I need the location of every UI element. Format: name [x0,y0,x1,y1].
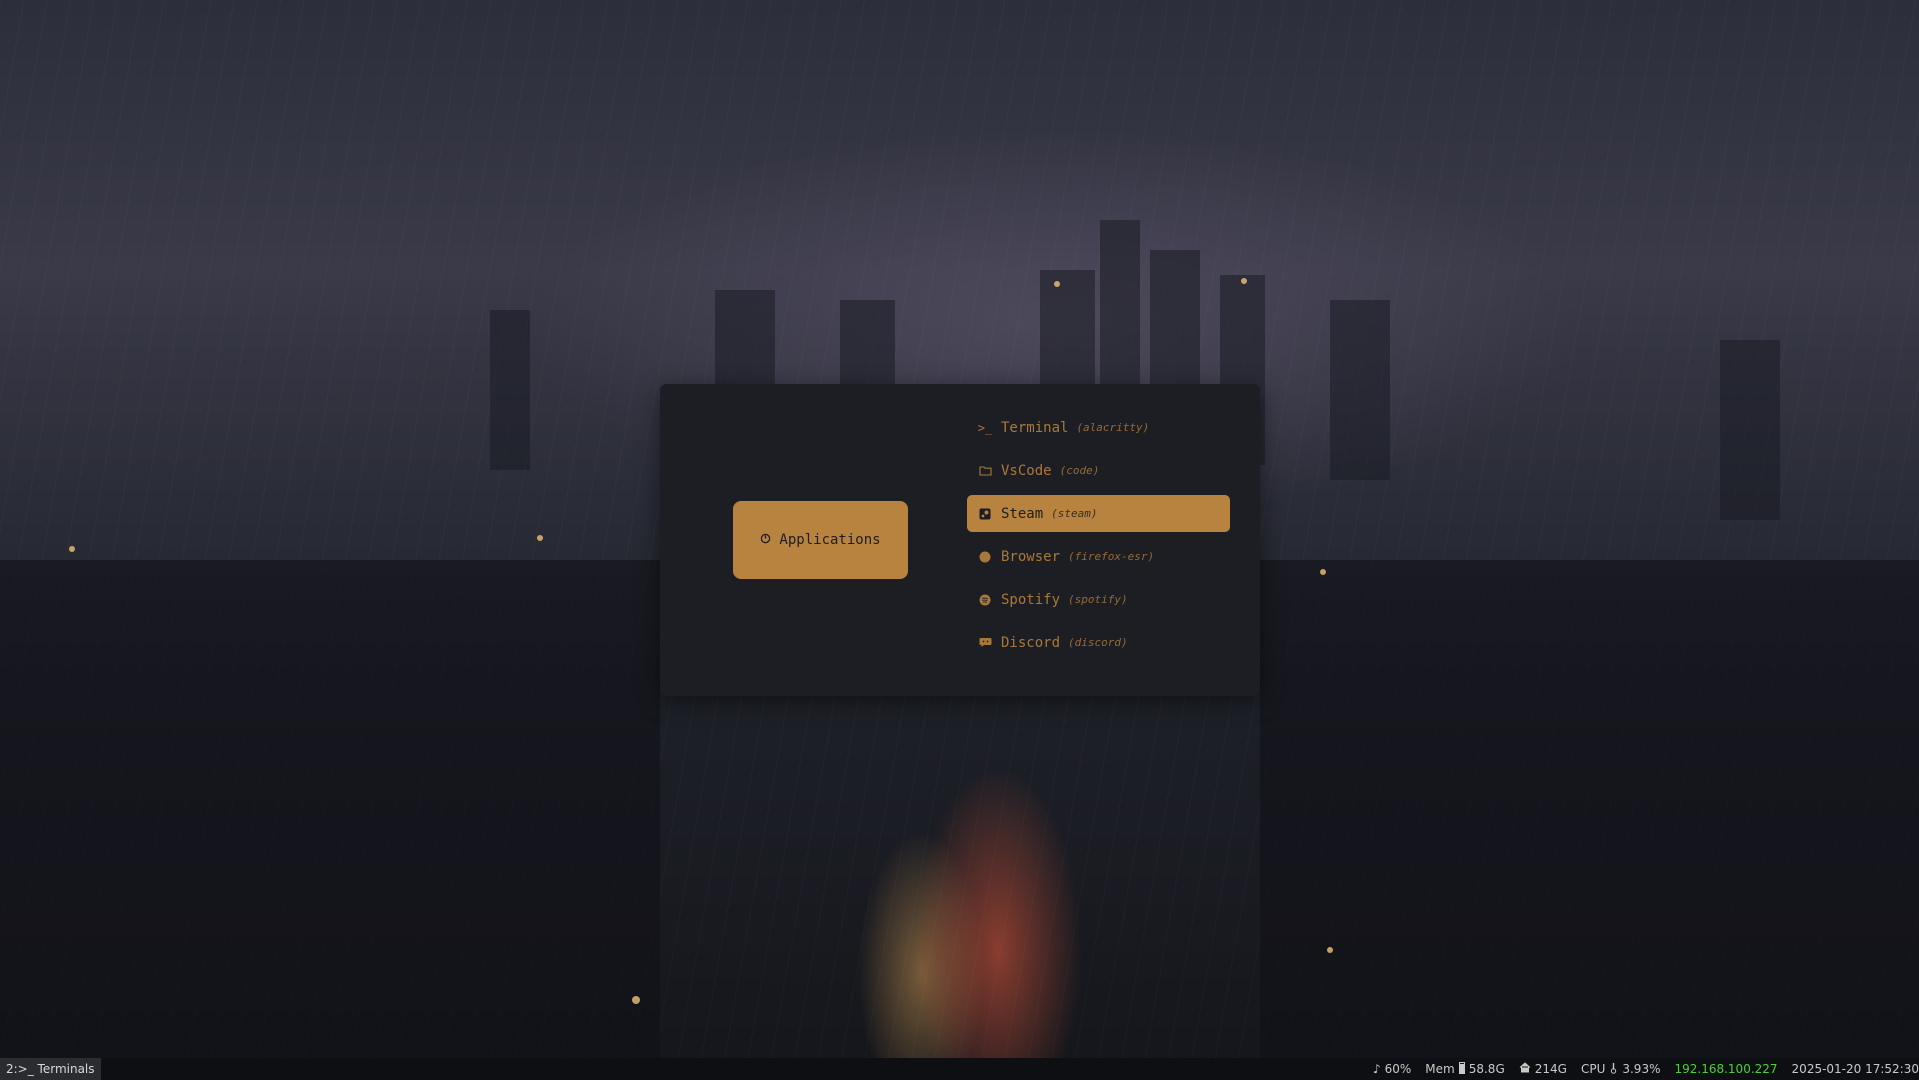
list-item-discord[interactable]: Discord (discord) [967,624,1230,661]
cpu-value: 3.93% [1622,1062,1661,1076]
app-grid-icon [760,533,771,547]
terminal-icon: >_ [977,420,993,435]
status-bar: 2:>_ Terminals ♪ 60% Mem 58.8G 214G CPU … [0,1058,1919,1080]
list-item-steam[interactable]: Steam (steam) [967,495,1230,532]
memory-label: Mem [1425,1062,1455,1076]
discord-icon [977,637,993,648]
folder-icon [977,465,993,476]
list-item-vscode[interactable]: VsCode (code) [967,452,1230,489]
item-label: VsCode [1001,462,1052,479]
item-command: (code) [1059,464,1100,477]
application-list: >_ Terminal (alacritty) VsCode (code) St… [967,409,1230,667]
item-command: (firefox-esr) [1068,550,1155,563]
status-modules: ♪ 60% Mem 58.8G 214G CPU 3.93% 192.168.1… [1373,1061,1919,1077]
volume-module[interactable]: ♪ 60% [1373,1062,1411,1076]
spotify-icon [977,594,993,606]
app-launcher-window: Applications >_ Terminal (alacritty) VsC… [660,384,1260,696]
item-command: (discord) [1068,636,1128,649]
volume-value: 60% [1384,1062,1412,1076]
disk-module: 214G [1519,1062,1567,1076]
firefox-icon [977,551,993,563]
list-item-browser[interactable]: Browser (firefox-esr) [967,538,1230,575]
item-label: Steam [1001,505,1044,522]
item-label: Terminal [1001,419,1069,436]
ip-address: 192.168.100.227 [1674,1062,1778,1076]
workspace-indicator[interactable]: 2:>_ Terminals [0,1058,101,1080]
list-item-terminal[interactable]: >_ Terminal (alacritty) [967,409,1230,446]
item-command: (spotify) [1068,593,1128,606]
memory-module: Mem 58.8G [1425,1061,1505,1077]
applications-mode-button[interactable]: Applications [733,501,908,579]
home-icon [1519,1062,1531,1076]
item-label: Discord [1001,634,1061,651]
cpu-module: CPU 3.93% [1581,1062,1661,1077]
list-item-spotify[interactable]: Spotify (spotify) [967,581,1230,618]
item-label: Browser [1001,548,1061,565]
steam-icon [977,508,993,520]
item-command: (alacritty) [1076,421,1150,434]
music-note-icon: ♪ [1372,1062,1381,1076]
memory-value: 58.8G [1468,1062,1505,1076]
disk-value: 214G [1534,1062,1567,1076]
memory-bar-icon [1458,1061,1465,1077]
mode-label: Applications [779,532,881,548]
item-label: Spotify [1001,591,1061,608]
cpu-label: CPU [1580,1062,1606,1076]
thermometer-icon [1609,1062,1618,1077]
clock: 2025-01-20 17:52:30 [1791,1062,1919,1076]
item-command: (steam) [1051,507,1098,520]
